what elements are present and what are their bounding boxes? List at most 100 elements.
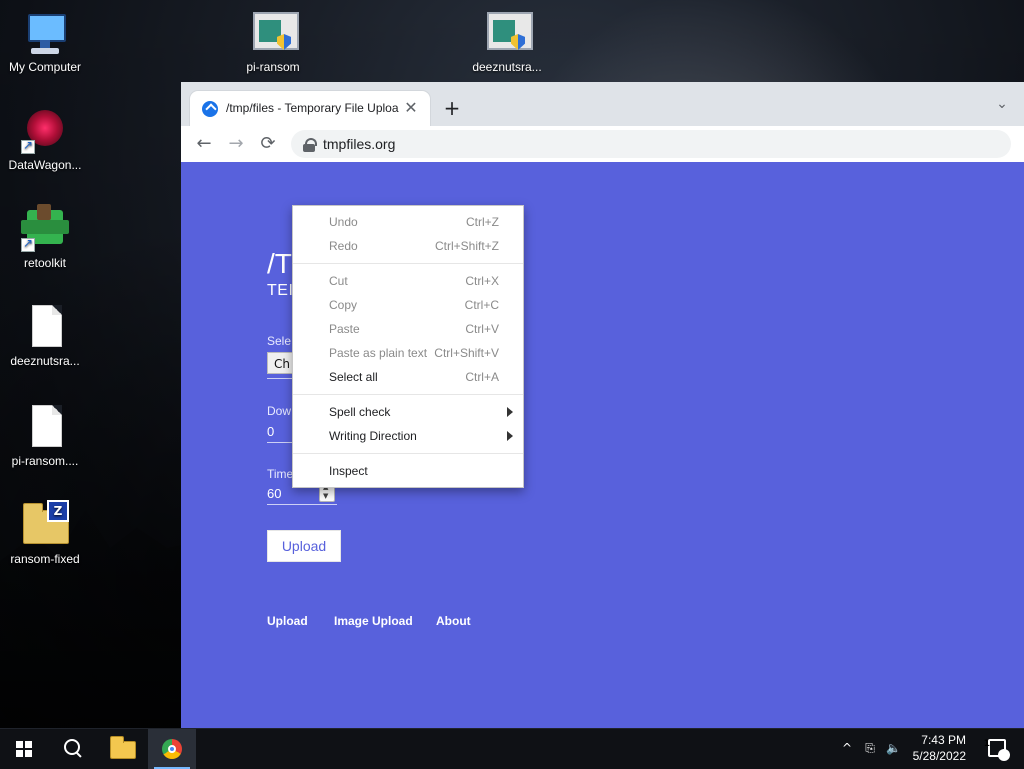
menu-shortcut: Ctrl+V [465, 322, 499, 336]
page-title: /T [267, 248, 292, 279]
desktop-icon-label: My Computer [8, 60, 82, 74]
file-explorer-button[interactable] [98, 729, 146, 769]
submenu-arrow-icon [507, 431, 513, 441]
menu-shortcut: Ctrl+Shift+Z [434, 239, 499, 253]
submenu-arrow-icon [507, 407, 513, 417]
tab-strip: /tmp/files - Temporary File Uploa ✕ + ⌄ [181, 82, 1024, 126]
context-menu: Undo Ctrl+Z Redo Ctrl+Shift+Z Cut Ctrl+X… [292, 205, 524, 488]
search-icon [64, 739, 80, 755]
desktop-icon-label: deeznutsra... [472, 60, 542, 74]
desktop-icon-label: deeznutsra... [10, 354, 80, 368]
chrome-icon [162, 739, 182, 759]
document-icon [21, 302, 69, 350]
menu-shortcut: Ctrl+C [464, 298, 499, 312]
shortcut-arrow-icon [21, 236, 35, 252]
back-button[interactable]: ← [193, 133, 215, 155]
menu-label: Redo [329, 239, 358, 253]
desktop-icon-pi-ransom-file[interactable]: pi-ransom.... [0, 402, 90, 468]
menu-label: Inspect [329, 464, 368, 478]
installer-icon [249, 8, 299, 56]
menu-shortcut: Ctrl+A [465, 370, 499, 384]
menu-label: Cut [329, 274, 348, 288]
menu-item-paste-plain[interactable]: Paste as plain text Ctrl+Shift+V [293, 341, 523, 365]
browser-tab[interactable]: /tmp/files - Temporary File Uploa ✕ [190, 91, 430, 126]
footer-link-upload[interactable]: Upload [267, 614, 308, 628]
menu-item-paste[interactable]: Paste Ctrl+V [293, 317, 523, 341]
menu-item-undo[interactable]: Undo Ctrl+Z [293, 210, 523, 234]
menu-item-writing-direction[interactable]: Writing Direction [293, 424, 523, 448]
desktop-icon-pi-ransom-setup[interactable]: pi-ransom [228, 8, 318, 74]
timeout-underline [267, 504, 337, 505]
chrome-taskbar-button[interactable] [148, 729, 196, 769]
timeout-input[interactable]: 60 [267, 486, 281, 501]
search-button[interactable] [48, 729, 96, 769]
windows-logo-icon [16, 741, 32, 757]
clock-time: 7:43 PM [921, 733, 966, 747]
desktop-icon-ransom-fixed[interactable]: Z ransom-fixed [0, 500, 90, 566]
choose-file-button[interactable]: Ch [267, 352, 295, 374]
start-button[interactable] [0, 729, 48, 769]
menu-item-cut[interactable]: Cut Ctrl+X [293, 269, 523, 293]
tab-title: /tmp/files - Temporary File Uploa [226, 101, 399, 115]
menu-item-select-all[interactable]: Select all Ctrl+A [293, 365, 523, 389]
menu-item-copy[interactable]: Copy Ctrl+C [293, 293, 523, 317]
computer-icon [21, 8, 69, 56]
menu-separator [293, 453, 523, 454]
page-subtitle: TEI [267, 282, 294, 299]
menu-item-inspect[interactable]: Inspect [293, 459, 523, 483]
upload-cloud-icon [202, 101, 218, 117]
notification-count: 1 [983, 739, 990, 749]
document-icon [21, 402, 69, 450]
downloads-label: Dow [267, 404, 292, 418]
browser-toolbar: ← → ⟳ tmpfiles.org [181, 126, 1024, 163]
reload-button[interactable]: ⟳ [257, 133, 279, 155]
menu-separator [293, 263, 523, 264]
notifications-button[interactable]: 1 [984, 739, 1010, 761]
address-url[interactable]: tmpfiles.org [323, 136, 395, 152]
menu-shortcut: Ctrl+Shift+V [434, 346, 499, 360]
desktop-icon-label: DataWagon... [8, 158, 82, 172]
z-badge-icon: Z [47, 500, 69, 522]
toolkit-icon [21, 204, 69, 252]
new-tab-button[interactable]: + [439, 95, 465, 121]
upload-button[interactable]: Upload [267, 530, 341, 562]
menu-separator [293, 394, 523, 395]
shortcut-arrow-icon [21, 138, 35, 154]
folder-icon [110, 736, 136, 759]
menu-shortcut: Ctrl+Z [466, 215, 499, 229]
installer-icon [483, 8, 533, 56]
desktop-icon-label: retoolkit [23, 256, 67, 270]
taskbar-clock[interactable]: 7:43 PM 5/28/2022 [896, 732, 966, 764]
desktop-icon-retoolkit[interactable]: retoolkit [0, 204, 90, 270]
desktop-icon-deeznutsra-file[interactable]: deeznutsra... [0, 302, 90, 368]
desktop-icon-label: pi-ransom [246, 60, 300, 74]
downloads-input[interactable]: 0 [267, 424, 274, 439]
tray-chevron-icon[interactable]: ^ [840, 741, 854, 755]
menu-label: Paste [329, 322, 360, 336]
desktop-icon-deeznutsra-setup[interactable]: deeznutsra... [462, 8, 552, 74]
tab-close-button[interactable]: ✕ [402, 99, 420, 117]
menu-item-spell-check[interactable]: Spell check [293, 400, 523, 424]
tab-search-button[interactable]: ⌄ [990, 92, 1014, 116]
file-select-label: Sele [267, 334, 292, 348]
datawagon-icon [21, 106, 69, 154]
desktop-icon-label: ransom-fixed [10, 552, 80, 566]
footer-link-image-upload[interactable]: Image Upload [334, 614, 413, 628]
desktop-icon-datawagon[interactable]: DataWagon... [0, 106, 90, 172]
desktop-icon-label: pi-ransom.... [11, 454, 79, 468]
clock-date: 5/28/2022 [912, 749, 966, 763]
footer-link-about[interactable]: About [436, 614, 471, 628]
network-icon[interactable]: ⎘ [863, 741, 877, 755]
menu-label: Paste as plain text [329, 346, 428, 360]
taskbar: ^ ⎘ 🔈 7:43 PM 5/28/2022 1 [0, 728, 1024, 769]
menu-item-redo[interactable]: Redo Ctrl+Shift+Z [293, 234, 523, 258]
menu-label: Select all [329, 370, 378, 384]
menu-label: Copy [329, 298, 358, 312]
forward-button[interactable]: → [225, 133, 247, 155]
address-bar[interactable]: tmpfiles.org [291, 130, 1011, 158]
menu-shortcut: Ctrl+X [465, 274, 499, 288]
menu-label: Undo [329, 215, 358, 229]
desktop-icon-my-computer[interactable]: My Computer [0, 8, 90, 74]
lock-icon [303, 138, 317, 152]
archive-folder-icon: Z [21, 500, 69, 548]
